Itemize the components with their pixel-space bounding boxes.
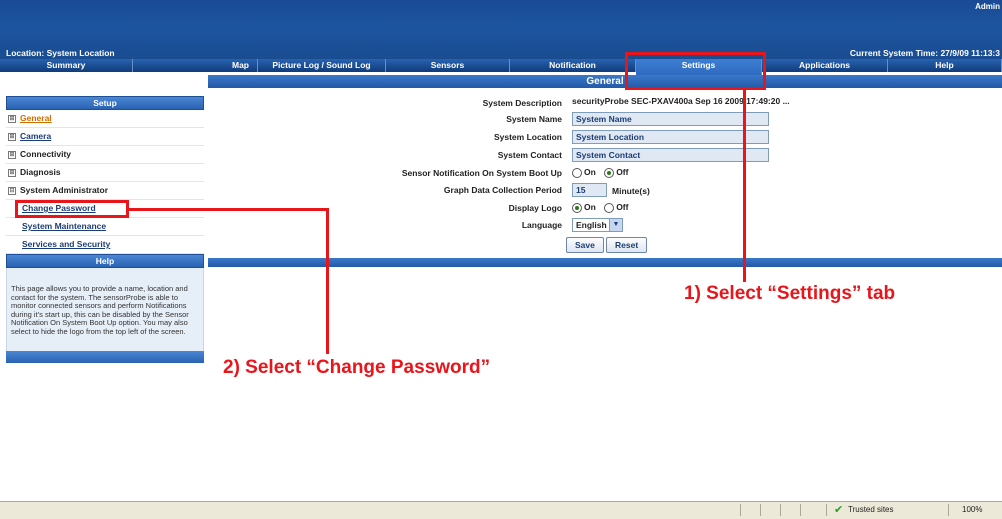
tab-notification[interactable]: Notification xyxy=(510,59,636,72)
row-system-contact: System Contact System Contact xyxy=(208,148,1002,163)
status-divider xyxy=(948,504,949,516)
row-description: System Description securityProbe SEC-PXA… xyxy=(208,96,1002,111)
settings-tab-highlight xyxy=(625,52,766,90)
logo-on-option[interactable]: On xyxy=(572,202,596,213)
location-label: Location: System Location xyxy=(6,48,115,58)
system-location-input[interactable]: System Location xyxy=(572,130,769,144)
collapse-icon[interactable]: ⊟ xyxy=(8,186,16,195)
row-collection-period: Graph Data Collection Period 15 Minute(s… xyxy=(208,183,1002,198)
settings-callout-line xyxy=(743,90,746,282)
status-divider xyxy=(826,504,827,516)
status-divider xyxy=(800,504,801,516)
status-divider xyxy=(760,504,761,516)
status-divider xyxy=(780,504,781,516)
tab-summary[interactable]: Summary xyxy=(0,59,133,72)
sidebar: Setup ⊞ General ⊞ Camera ⊞ Connectivity ⊞ Di… xyxy=(6,96,204,363)
reset-button[interactable]: Reset xyxy=(606,237,648,253)
boot-notification-options: On Off xyxy=(572,167,634,178)
system-contact-label: System Contact xyxy=(497,150,562,160)
expand-icon[interactable]: ⊞ xyxy=(8,132,16,141)
logo-off-option[interactable]: Off xyxy=(604,202,628,213)
system-name-label: System Name xyxy=(506,114,562,124)
change-password-callout-v xyxy=(326,208,329,354)
collection-period-label: Graph Data Collection Period xyxy=(443,185,562,195)
language-value: English xyxy=(576,220,607,230)
security-zone[interactable]: Trusted sites xyxy=(848,505,894,514)
main-tabs: Summary Map Picture Log / Sound Log Sens… xyxy=(0,59,1002,75)
collection-period-unit: Minute(s) xyxy=(612,186,650,196)
expand-icon[interactable]: ⊞ xyxy=(8,150,16,159)
row-boot-notification: Sensor Notification On System Boot Up On… xyxy=(208,166,1002,181)
admin-label: Admin xyxy=(975,2,1000,11)
system-contact-input[interactable]: System Contact xyxy=(572,148,769,162)
zoom-level[interactable]: 100% xyxy=(962,505,982,514)
system-time: Current System Time: 27/9/09 11:13:3 xyxy=(849,48,1000,58)
expand-icon[interactable]: ⊞ xyxy=(8,168,16,177)
radio-selected-icon[interactable] xyxy=(604,167,615,178)
save-button[interactable]: Save xyxy=(566,237,604,253)
browser-status-bar: ✔ Trusted sites 100% xyxy=(0,501,1002,519)
sidebar-link-system-maintenance[interactable]: System Maintenance xyxy=(6,218,204,236)
boot-off-option[interactable]: Off xyxy=(604,167,628,178)
system-name-input[interactable]: System Name xyxy=(572,112,769,126)
radio-icon[interactable] xyxy=(572,167,582,178)
row-system-name: System Name System Name xyxy=(208,112,1002,127)
sidebar-footer-bar xyxy=(6,350,204,363)
display-logo-options: On Off xyxy=(572,202,634,213)
radio-selected-icon[interactable] xyxy=(572,202,582,213)
sidebar-item-diagnosis[interactable]: ⊞ Diagnosis xyxy=(6,164,204,182)
tab-help[interactable]: Help xyxy=(888,59,1002,72)
sidebar-item-general[interactable]: ⊞ General xyxy=(6,110,204,128)
boot-notification-label: Sensor Notification On System Boot Up xyxy=(401,168,562,178)
change-password-highlight xyxy=(15,200,129,218)
annotation-step-2: 2) Select “Change Password” xyxy=(223,357,491,378)
page-title: General xyxy=(208,75,1002,88)
description-label: System Description xyxy=(482,98,562,108)
language-label: Language xyxy=(521,220,562,230)
change-password-callout-h xyxy=(129,208,329,211)
tab-picture-log[interactable]: Picture Log / Sound Log xyxy=(258,59,386,72)
row-system-location: System Location System Location xyxy=(208,130,1002,145)
radio-icon[interactable] xyxy=(604,202,615,213)
system-location-label: System Location xyxy=(493,132,562,142)
help-header: Help xyxy=(6,254,204,268)
language-select[interactable]: English ▼ xyxy=(572,218,623,232)
sidebar-link-services-security[interactable]: Services and Security xyxy=(6,236,204,254)
expand-icon[interactable]: ⊞ xyxy=(8,114,16,123)
status-divider xyxy=(740,504,741,516)
display-logo-label: Display Logo xyxy=(508,203,562,213)
setup-header: Setup xyxy=(6,96,204,110)
sidebar-item-camera[interactable]: ⊞ Camera xyxy=(6,128,204,146)
trusted-check-icon: ✔ xyxy=(834,504,844,516)
collection-period-input[interactable]: 15 xyxy=(572,183,607,197)
chevron-down-icon[interactable]: ▼ xyxy=(609,218,623,232)
boot-on-option[interactable]: On xyxy=(572,167,596,178)
sidebar-item-connectivity[interactable]: ⊞ Connectivity xyxy=(6,146,204,164)
tab-map[interactable]: Map xyxy=(133,59,258,72)
tab-sensors[interactable]: Sensors xyxy=(386,59,510,72)
help-text: This page allows you to provide a name, … xyxy=(6,268,204,351)
tab-applications[interactable]: Applications xyxy=(762,59,888,72)
annotation-step-1: 1) Select “Settings” tab xyxy=(684,283,896,304)
header-bar: Admin Location: System Location Current … xyxy=(0,0,1002,60)
sidebar-item-system-administrator[interactable]: ⊟ System Administrator xyxy=(6,182,204,200)
description-value: securityProbe SEC-PXAV400a Sep 16 2009 1… xyxy=(572,96,790,106)
